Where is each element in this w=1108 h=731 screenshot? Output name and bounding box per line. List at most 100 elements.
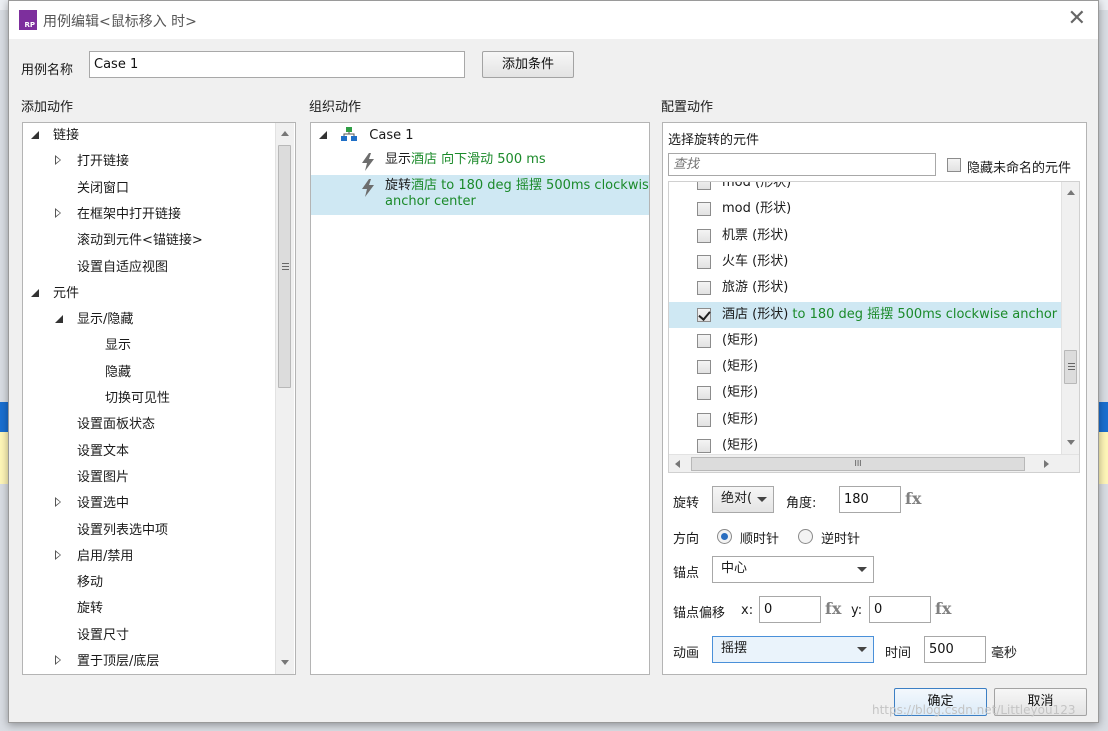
widget-checkbox[interactable] bbox=[697, 412, 711, 427]
widget-list-hscrollbar[interactable]: III bbox=[669, 454, 1079, 472]
angle-input[interactable] bbox=[839, 486, 901, 513]
widget-checkbox[interactable] bbox=[697, 386, 711, 401]
organized-action-item[interactable]: 显示酒店 向下滑动 500 ms bbox=[311, 149, 649, 175]
tree-item[interactable]: 元件 bbox=[31, 283, 79, 305]
tree-item[interactable]: 设置列表选中项 bbox=[55, 520, 168, 542]
widget-list-vscrollbar[interactable] bbox=[1061, 182, 1079, 454]
widget-scroll-down-icon[interactable] bbox=[1067, 440, 1075, 445]
hscroll-left-icon[interactable] bbox=[675, 460, 680, 468]
add-actions-scrollbar[interactable] bbox=[275, 123, 294, 674]
rotate-mode-select[interactable]: 绝对( bbox=[712, 486, 774, 513]
clockwise-radio[interactable] bbox=[717, 529, 732, 544]
tree-item[interactable]: 设置图片 bbox=[55, 467, 129, 489]
tree-item-label: 移动 bbox=[77, 575, 104, 591]
widget-checkbox[interactable] bbox=[697, 182, 711, 190]
tree-item[interactable]: 设置尺寸 bbox=[55, 625, 129, 647]
action-detail-line2: anchor center bbox=[385, 194, 476, 209]
scrollbar-thumb[interactable] bbox=[278, 145, 291, 388]
ms-label: 毫秒 bbox=[991, 646, 1018, 661]
collapsed-triangle-icon[interactable] bbox=[55, 493, 77, 515]
case-node[interactable]: Case 1 bbox=[319, 125, 414, 147]
tree-item[interactable]: 旋转 bbox=[55, 598, 103, 620]
chevron-down-icon bbox=[857, 567, 867, 572]
lightning-bolt-icon bbox=[362, 153, 374, 171]
tree-item-label: 设置列表选中项 bbox=[77, 522, 169, 538]
tree-item[interactable]: 显示 bbox=[83, 335, 131, 357]
expanded-triangle-icon[interactable] bbox=[31, 283, 53, 305]
action-verb: 旋转 bbox=[385, 178, 412, 193]
tree-item[interactable]: 显示/隐藏 bbox=[55, 309, 133, 331]
widget-checkbox[interactable] bbox=[697, 281, 711, 296]
widget-checkbox[interactable] bbox=[697, 254, 711, 269]
tree-item[interactable]: 置于顶层/底层 bbox=[55, 651, 159, 673]
offset-y-label: y: bbox=[851, 603, 863, 618]
widget-checkbox[interactable] bbox=[697, 360, 711, 375]
tree-item[interactable]: 设置文本 bbox=[55, 441, 129, 463]
widget-checkbox[interactable] bbox=[697, 307, 711, 322]
tree-item-label: 设置选中 bbox=[77, 496, 130, 512]
widget-checkbox[interactable] bbox=[697, 439, 711, 453]
tree-item[interactable]: 设置选中 bbox=[55, 493, 129, 515]
tree-item-label: 设置图片 bbox=[77, 469, 130, 485]
tree-item[interactable]: 切换可见性 bbox=[83, 388, 170, 410]
offset-y-input[interactable] bbox=[869, 596, 931, 623]
tree-item[interactable]: 设置面板状态 bbox=[55, 414, 155, 436]
dialog-title: 用例编辑<鼠标移入 时> bbox=[43, 14, 197, 30]
tree-item[interactable]: 关闭窗口 bbox=[55, 178, 129, 200]
expanded-triangle-icon[interactable] bbox=[31, 125, 53, 147]
tree-item[interactable]: 移动 bbox=[55, 572, 103, 594]
widget-row[interactable]: mod (形状) bbox=[669, 196, 1061, 222]
widget-row[interactable]: 火车 (形状) bbox=[669, 249, 1061, 275]
case-name-input[interactable] bbox=[89, 51, 465, 78]
tree-item[interactable]: 隐藏 bbox=[83, 362, 131, 384]
tree-item[interactable]: 启用/禁用 bbox=[55, 546, 133, 568]
hscroll-right-icon[interactable] bbox=[1044, 460, 1049, 468]
tree-item[interactable]: 滚动到元件<锚链接> bbox=[55, 230, 203, 252]
tree-item[interactable]: 设置自适应视图 bbox=[55, 257, 168, 279]
offset-x-input[interactable] bbox=[759, 596, 821, 623]
tree-item-label: 隐藏 bbox=[105, 364, 132, 380]
anchor-label: 锚点 bbox=[673, 566, 700, 581]
chevron-down-icon bbox=[857, 647, 867, 652]
time-input[interactable] bbox=[924, 636, 986, 663]
widget-row[interactable]: 机票 (形状) bbox=[669, 223, 1061, 249]
tree-item[interactable]: 打开链接 bbox=[55, 151, 129, 173]
offset-x-fx-icon[interactable]: fx bbox=[825, 599, 841, 618]
widget-search-input[interactable] bbox=[668, 153, 936, 176]
widget-checkbox[interactable] bbox=[697, 228, 711, 243]
widget-row[interactable]: 酒店 (形状) to 180 deg 摇摆 500ms clockwise an… bbox=[669, 301, 1061, 328]
widget-scroll-thumb[interactable] bbox=[1064, 350, 1077, 384]
widget-scroll-up-icon[interactable] bbox=[1067, 190, 1075, 195]
widget-row[interactable]: (矩形) bbox=[669, 407, 1061, 433]
add-condition-button[interactable]: 添加条件 bbox=[482, 51, 574, 78]
counterclockwise-radio[interactable] bbox=[798, 529, 813, 544]
organized-action-item[interactable]: 旋转酒店 to 180 deg 摇摆 500ms clockwise anchor… bbox=[311, 175, 649, 215]
tree-item[interactable]: 链接 bbox=[31, 125, 79, 147]
widget-name: mod (形状) bbox=[722, 182, 792, 190]
widget-row[interactable]: 旅游 (形状) bbox=[669, 275, 1061, 301]
widget-row[interactable]: (矩形) bbox=[669, 354, 1061, 380]
animation-select[interactable]: 摇摆 bbox=[712, 636, 874, 663]
widget-row[interactable]: (矩形) bbox=[669, 328, 1061, 354]
hscroll-thumb[interactable]: III bbox=[691, 457, 1025, 471]
collapsed-triangle-icon[interactable] bbox=[55, 204, 77, 226]
anchor-select[interactable]: 中心 bbox=[712, 556, 874, 583]
angle-fx-icon[interactable]: fx bbox=[905, 489, 921, 508]
axure-rp-icon: RP bbox=[19, 10, 37, 30]
hide-unnamed-checkbox[interactable] bbox=[947, 158, 961, 172]
offset-y-fx-icon[interactable]: fx bbox=[935, 599, 951, 618]
collapsed-triangle-icon[interactable] bbox=[55, 546, 77, 568]
widget-row[interactable]: (矩形) bbox=[669, 380, 1061, 406]
collapsed-triangle-icon[interactable] bbox=[55, 651, 77, 673]
widget-checkbox[interactable] bbox=[697, 202, 711, 217]
scroll-up-arrow-icon[interactable] bbox=[281, 131, 289, 136]
widget-row[interactable]: mod (形状) bbox=[669, 182, 1061, 196]
close-icon[interactable]: ✕ bbox=[1068, 7, 1086, 31]
widget-name: 火车 (形状) bbox=[722, 253, 789, 269]
collapsed-triangle-icon[interactable] bbox=[55, 151, 77, 173]
tree-item[interactable]: 在框架中打开链接 bbox=[55, 204, 181, 226]
widget-row[interactable]: (矩形) bbox=[669, 433, 1061, 454]
expanded-triangle-icon[interactable] bbox=[55, 309, 77, 331]
widget-checkbox[interactable] bbox=[697, 333, 711, 348]
scroll-down-arrow-icon[interactable] bbox=[281, 660, 289, 665]
